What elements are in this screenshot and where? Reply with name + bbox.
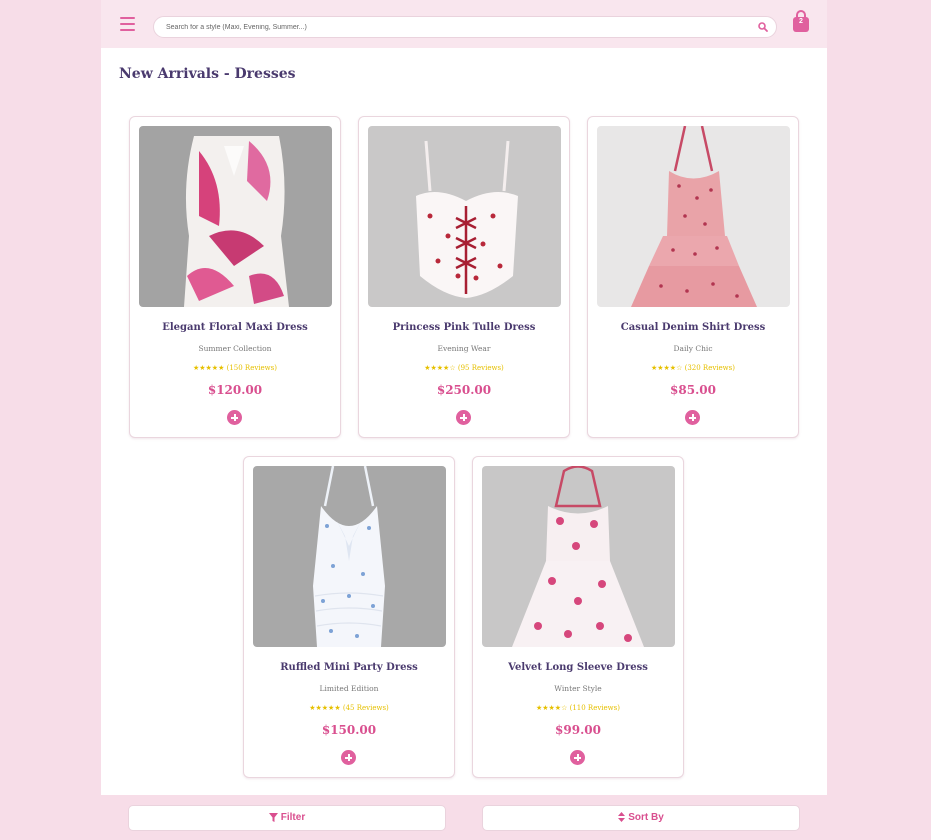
- add-to-cart-button[interactable]: [570, 750, 585, 765]
- page-title: New Arrivals - Dresses: [119, 66, 296, 82]
- product-image[interactable]: [139, 126, 332, 307]
- hamburger-icon[interactable]: [120, 17, 135, 31]
- star-rating: ★★★★☆: [650, 364, 683, 372]
- filter-icon: [268, 812, 278, 822]
- product-price: $120.00: [207, 383, 263, 397]
- product-rating: ★★★★☆ (110 Reviews): [473, 704, 683, 712]
- cart-button[interactable]: 2: [792, 9, 810, 33]
- star-rating: ★★★★★: [192, 364, 225, 372]
- search-input[interactable]: [166, 17, 746, 37]
- product-rating: ★★★★★ (150 Reviews): [130, 364, 340, 372]
- product-name[interactable]: Velvet Long Sleeve Dress: [473, 662, 683, 673]
- product-image[interactable]: [368, 126, 561, 307]
- product-name[interactable]: Casual Denim Shirt Dress: [588, 322, 798, 333]
- product-card[interactable]: Velvet Long Sleeve Dress Winter Style ★★…: [472, 456, 684, 778]
- product-price: $250.00: [436, 383, 492, 397]
- sort-icon: [618, 812, 626, 823]
- review-count: (110 Reviews): [569, 704, 620, 712]
- product-category: Daily Chic: [673, 344, 713, 353]
- filter-button[interactable]: Filter: [128, 805, 446, 831]
- add-to-cart-button[interactable]: [456, 410, 471, 425]
- product-category: Summer Collection: [198, 344, 272, 353]
- product-image[interactable]: [597, 126, 790, 307]
- product-name[interactable]: Ruffled Mini Party Dress: [244, 662, 454, 673]
- product-image[interactable]: [482, 466, 675, 647]
- add-to-cart-button[interactable]: [685, 410, 700, 425]
- star-rating: ★★★★☆: [424, 364, 456, 372]
- product-category: Evening Wear: [437, 344, 491, 353]
- filter-label: Filter: [280, 812, 306, 823]
- product-image[interactable]: [253, 466, 446, 647]
- add-to-cart-button[interactable]: [341, 750, 356, 765]
- review-count: (45 Reviews): [342, 704, 389, 712]
- product-rating: ★★★★★ (45 Reviews): [244, 704, 454, 712]
- product-rating: ★★★★☆ (320 Reviews): [588, 364, 798, 372]
- add-to-cart-button[interactable]: [227, 410, 242, 425]
- product-name[interactable]: Elegant Floral Maxi Dress: [130, 322, 340, 333]
- product-price: $85.00: [670, 383, 716, 397]
- product-card[interactable]: Princess Pink Tulle Dress Evening Wear ★…: [358, 116, 570, 438]
- product-category: Winter Style: [554, 684, 602, 693]
- product-card[interactable]: Elegant Floral Maxi Dress Summer Collect…: [129, 116, 341, 438]
- sort-button[interactable]: Sort By: [482, 805, 800, 831]
- review-count: (150 Reviews): [226, 364, 277, 372]
- top-bar: 2: [101, 0, 827, 48]
- product-category: Limited Edition: [319, 684, 379, 693]
- product-card[interactable]: Ruffled Mini Party Dress Limited Edition…: [243, 456, 455, 778]
- sort-label: Sort By: [628, 812, 664, 823]
- search-bar: [153, 16, 777, 38]
- product-card[interactable]: Casual Denim Shirt Dress Daily Chic ★★★★…: [587, 116, 799, 438]
- product-price: $150.00: [321, 723, 377, 737]
- star-rating: ★★★★☆: [535, 704, 568, 712]
- review-count: (95 Reviews): [457, 364, 504, 372]
- star-rating: ★★★★★: [309, 704, 341, 712]
- product-price: $99.00: [555, 723, 601, 737]
- product-name[interactable]: Princess Pink Tulle Dress: [359, 322, 569, 333]
- product-rating: ★★★★☆ (95 Reviews): [359, 364, 569, 372]
- search-icon[interactable]: [758, 22, 768, 32]
- main-content: New Arrivals - Dresses Elegant Floral Ma…: [101, 48, 827, 795]
- cart-count-badge: 2: [799, 18, 803, 25]
- review-count: (320 Reviews): [684, 364, 735, 372]
